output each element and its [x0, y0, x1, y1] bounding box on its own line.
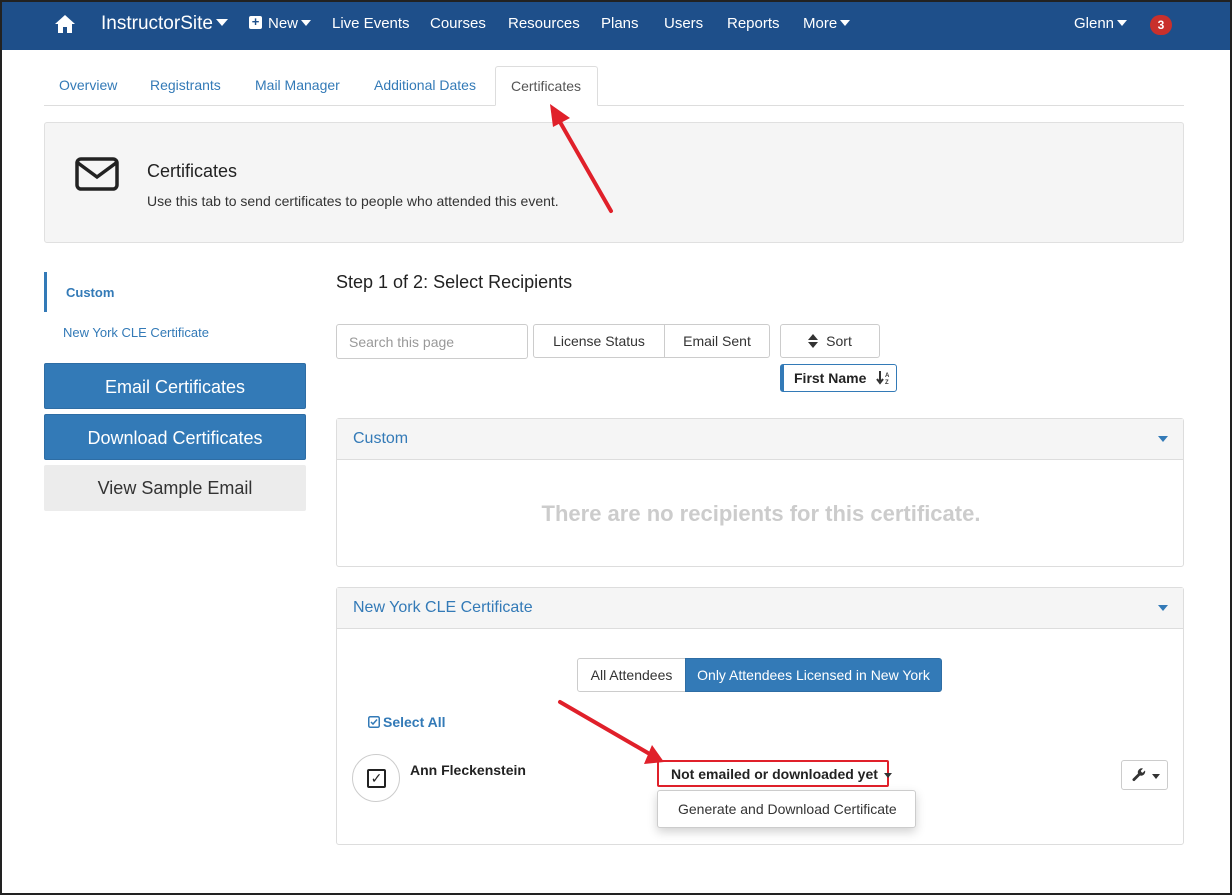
sort-chip-first-name[interactable]: First Name AZ [780, 364, 897, 392]
home-icon[interactable] [54, 0, 76, 50]
top-navbar: InstructorSite + New Live Events Courses … [0, 0, 1232, 50]
tab-registrants[interactable]: Registrants [150, 66, 221, 106]
view-sample-email-button[interactable]: View Sample Email [44, 465, 306, 511]
new-menu[interactable]: + New [249, 0, 312, 50]
chevron-down-icon[interactable] [1158, 436, 1168, 442]
notification-badge[interactable]: 3 [1150, 15, 1172, 35]
chevron-down-icon [883, 772, 892, 778]
svg-text:Z: Z [885, 380, 889, 385]
ny-panel-title: New York CLE Certificate [353, 599, 533, 616]
nav-courses[interactable]: Courses [430, 0, 486, 50]
tab-overview[interactable]: Overview [59, 66, 117, 106]
brand-menu[interactable]: InstructorSite [101, 0, 228, 50]
custom-panel-title: Custom [353, 430, 409, 447]
nav-live-events[interactable]: Live Events [332, 0, 410, 50]
nav-users[interactable]: Users [664, 0, 703, 50]
svg-text:A: A [885, 373, 890, 379]
nav-resources[interactable]: Resources [508, 0, 580, 50]
user-label: Glenn [1074, 15, 1115, 32]
sidebar-item-custom[interactable]: Custom [66, 285, 114, 300]
attendee-select-toggle[interactable]: ✓ [352, 754, 400, 802]
tab-certificates[interactable]: Certificates [495, 66, 598, 106]
status-dropdown-menu: Generate and Download Certificate [657, 790, 916, 828]
license-status-filter[interactable]: License Status [533, 324, 665, 358]
sort-icon [808, 334, 819, 349]
step-title: Step 1 of 2: Select Recipients [336, 272, 573, 292]
attendee-actions-button[interactable] [1121, 760, 1168, 790]
checkbox-checked-icon [368, 715, 380, 728]
email-sent-filter[interactable]: Email Sent [664, 324, 770, 358]
all-attendees-toggle[interactable]: All Attendees [577, 658, 686, 692]
chevron-down-icon [1117, 20, 1128, 27]
tab-additional-dates[interactable]: Additional Dates [374, 66, 476, 106]
certificate-status-dropdown[interactable]: Not emailed or downloaded yet [657, 760, 892, 787]
custom-panel-header[interactable]: Custom [337, 419, 1183, 460]
tab-mail-manager[interactable]: Mail Manager [255, 66, 340, 106]
search-input[interactable] [336, 324, 528, 359]
chevron-down-icon [1152, 774, 1160, 779]
sort-chip-label: First Name [794, 370, 867, 386]
ny-panel-header[interactable]: New York CLE Certificate [337, 588, 1183, 629]
more-label: More [803, 15, 838, 32]
brand-label: InstructorSite [101, 13, 213, 34]
chevron-down-icon [301, 20, 312, 27]
download-certificates-button[interactable]: Download Certificates [44, 414, 306, 460]
sort-alpha-asc-icon: AZ [876, 371, 890, 386]
ny-licensed-toggle[interactable]: Only Attendees Licensed in New York [685, 658, 942, 692]
status-label: Not emailed or downloaded yet [671, 766, 878, 782]
info-description: Use this tab to send certificates to peo… [147, 193, 559, 209]
select-all-link[interactable]: Select All [368, 714, 446, 730]
custom-certificate-panel: Custom There are no recipients for this … [336, 418, 1184, 567]
user-menu[interactable]: Glenn [1074, 0, 1128, 50]
chevron-down-icon[interactable] [1158, 605, 1168, 611]
info-title: Certificates [147, 161, 238, 181]
wrench-icon [1132, 768, 1146, 782]
sort-label: Sort [826, 333, 852, 349]
nav-plans[interactable]: Plans [601, 0, 639, 50]
envelope-icon [75, 157, 119, 196]
email-certificates-button[interactable]: Email Certificates [44, 363, 306, 409]
sort-button[interactable]: Sort [780, 324, 880, 358]
certificates-info-box: Certificates Use this tab to send certif… [44, 122, 1184, 243]
select-all-label: Select All [383, 714, 446, 730]
more-menu[interactable]: More [803, 0, 851, 50]
attendee-name: Ann Fleckenstein [410, 762, 526, 778]
plus-icon: + [249, 15, 262, 30]
nav-reports[interactable]: Reports [727, 0, 780, 50]
generate-download-certificate-item[interactable]: Generate and Download Certificate [678, 801, 897, 817]
sidebar-active-indicator [44, 272, 47, 312]
new-label: New [268, 15, 299, 32]
chevron-down-icon [840, 20, 851, 27]
checkbox-checked-icon: ✓ [367, 769, 386, 788]
sidebar-item-ny-cle[interactable]: New York CLE Certificate [63, 325, 209, 340]
chevron-down-icon [215, 19, 228, 27]
empty-recipients-message: There are no recipients for this certifi… [541, 501, 981, 526]
